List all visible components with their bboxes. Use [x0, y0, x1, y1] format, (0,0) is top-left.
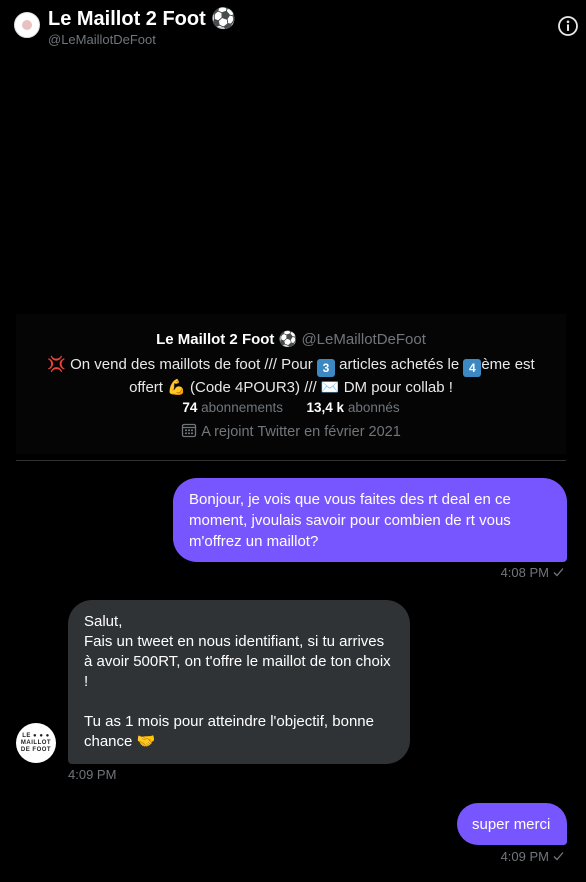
avatar-logo-text: MAILLOT	[20, 739, 52, 746]
avatar-logo-text: DE FOOT	[20, 746, 52, 753]
bio-text-1: 💢 On vend des maillots de foot /// Pour	[47, 356, 317, 373]
profile-handle: @LeMaillotDeFoot	[301, 331, 426, 348]
info-button[interactable]	[554, 12, 582, 40]
info-icon	[558, 16, 578, 36]
avatar-logo-mark	[22, 20, 32, 30]
message-text: Bonjour, je vois que vous faites des rt …	[189, 491, 511, 550]
keycap-three-emoji: 3	[316, 359, 335, 377]
received-message-bubble[interactable]: Salut, Fais un tweet en nous identifiant…	[68, 600, 410, 764]
profile-name: Le Maillot 2 Foot ⚽	[156, 331, 298, 348]
message-text: super merci	[472, 816, 551, 833]
message-timestamp: 4:09 PM	[501, 849, 564, 864]
profile-name-line: Le Maillot 2 Foot ⚽ @LeMaillotDeFoot	[16, 330, 566, 348]
sent-check-icon	[553, 568, 564, 577]
bio-text-2: articles achetés le	[334, 356, 464, 373]
calendar-icon	[182, 423, 197, 438]
sent-message-bubble[interactable]: super merci	[457, 803, 567, 845]
conversation-handle: @LeMaillotDeFoot	[48, 32, 156, 47]
profile-bio: 💢 On vend des maillots de foot /// Pour …	[36, 354, 546, 399]
sent-message-bubble[interactable]: Bonjour, je vois que vous faites des rt …	[173, 478, 567, 562]
message-line: Fais un tweet en nous identifiant, si tu…	[84, 633, 391, 690]
conversation-title[interactable]: Le Maillot 2 Foot ⚽	[48, 6, 236, 31]
profile-summary-card[interactable]: Le Maillot 2 Foot ⚽ @LeMaillotDeFoot 💢 O…	[16, 314, 566, 454]
keycap-four-emoji: 4	[463, 359, 482, 377]
followers-count: 13,4 k	[306, 400, 345, 415]
followers-label: abonnés	[347, 400, 400, 415]
sent-check-icon	[553, 852, 564, 861]
following-count: 74	[182, 400, 198, 415]
header-avatar[interactable]	[14, 12, 40, 38]
conversation-header: Le Maillot 2 Foot ⚽ @LeMaillotDeFoot	[0, 0, 586, 56]
joined-text: A rejoint Twitter en février 2021	[201, 424, 401, 440]
dm-conversation-page: Le Maillot 2 Foot ⚽ @LeMaillotDeFoot Le …	[0, 0, 586, 882]
profile-joined-date: A rejoint Twitter en février 2021	[16, 422, 566, 440]
profile-stats: 74 abonnements 13,4 k abonnés	[16, 400, 566, 415]
message-timestamp: 4:09 PM	[68, 767, 117, 782]
message-line: Tu as 1 mois pour atteindre l'objectif, …	[84, 713, 374, 750]
message-line: Salut,	[84, 613, 123, 630]
message-timestamp: 4:08 PM	[501, 565, 564, 580]
conversation-divider	[16, 460, 566, 461]
following-label: abonnements	[201, 400, 283, 415]
avatar-logo-text: LE ● ● ●	[22, 732, 50, 739]
sender-avatar[interactable]: LE ● ● ● MAILLOT DE FOOT	[16, 723, 56, 763]
